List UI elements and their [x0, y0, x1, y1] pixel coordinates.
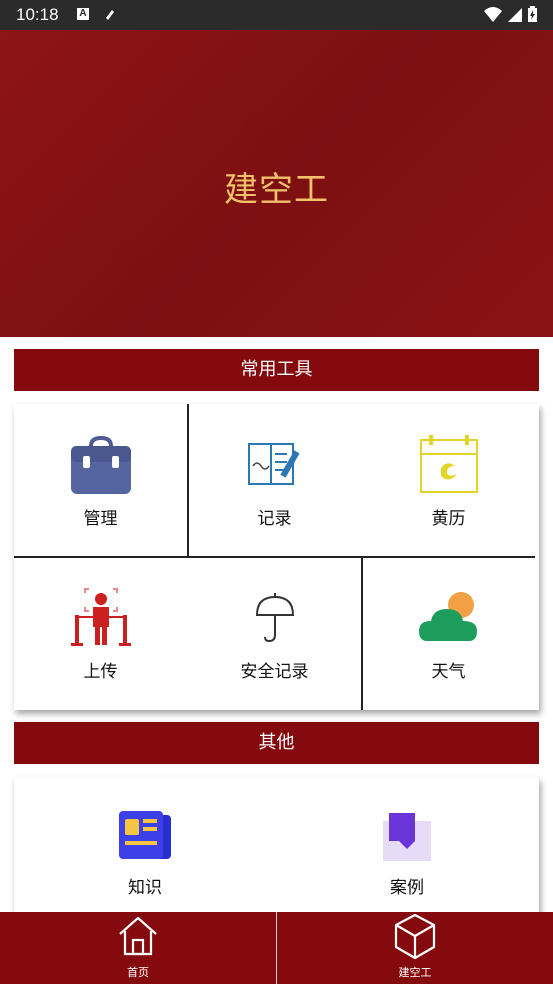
calendar-icon [419, 435, 478, 493]
nav-jiankonggong[interactable]: 建空工 [277, 912, 553, 984]
other-knowledge[interactable]: 知识 [14, 809, 276, 898]
tool-label: 黄历 [431, 509, 466, 529]
news-icon [119, 811, 171, 859]
tool-weather[interactable]: 天气 [362, 585, 535, 682]
nav-home[interactable]: 首页 [0, 912, 276, 984]
tool-manage[interactable]: 管理 [14, 432, 187, 529]
toolbox-icon [70, 435, 131, 494]
hero-banner: 建空工 [0, 30, 553, 337]
section-header-tools: 常用工具 [14, 349, 539, 391]
nav-label: 首页 [127, 966, 149, 979]
tool-label: 管理 [83, 509, 118, 529]
hero-title: 建空工 [224, 170, 329, 210]
status-indicators [484, 6, 537, 22]
signal-icon [508, 8, 522, 22]
other-card: 知识 案例 [14, 777, 539, 917]
battery-icon [528, 6, 537, 22]
nav-label: 建空工 [398, 966, 432, 979]
tool-label: 记录 [257, 509, 292, 529]
home-icon [119, 916, 157, 956]
status-time: 10:18 [16, 5, 59, 24]
upload-person-icon [70, 588, 131, 646]
cube-icon [394, 913, 436, 960]
wifi-icon [484, 7, 502, 22]
tool-safety-record[interactable]: 安全记录 [188, 585, 361, 682]
status-bar: 10:18 A [0, 0, 553, 30]
weather-icon [418, 592, 477, 641]
tool-label: 安全记录 [240, 662, 309, 682]
tool-label: 上传 [83, 662, 118, 682]
tool-almanac[interactable]: 黄历 [362, 432, 535, 529]
tool-label: 天气 [431, 662, 466, 682]
notification-a-icon: A [77, 8, 89, 20]
section-header-other: 其他 [14, 722, 539, 764]
tools-card: 管理 记录 黄历 上传 安全记录 天气 [14, 404, 539, 710]
grid-divider [14, 556, 535, 558]
other-label: 知识 [128, 878, 162, 898]
other-cases[interactable]: 案例 [276, 809, 538, 898]
bottom-navigation: 首页 建空工 [0, 912, 553, 984]
tool-upload[interactable]: 上传 [14, 585, 187, 682]
other-label: 案例 [390, 878, 424, 898]
notebook-icon [247, 443, 300, 485]
notification-tool-icon [106, 10, 114, 20]
folder-icon [383, 813, 431, 861]
umbrella-icon [255, 593, 294, 643]
tool-record[interactable]: 记录 [188, 432, 361, 529]
